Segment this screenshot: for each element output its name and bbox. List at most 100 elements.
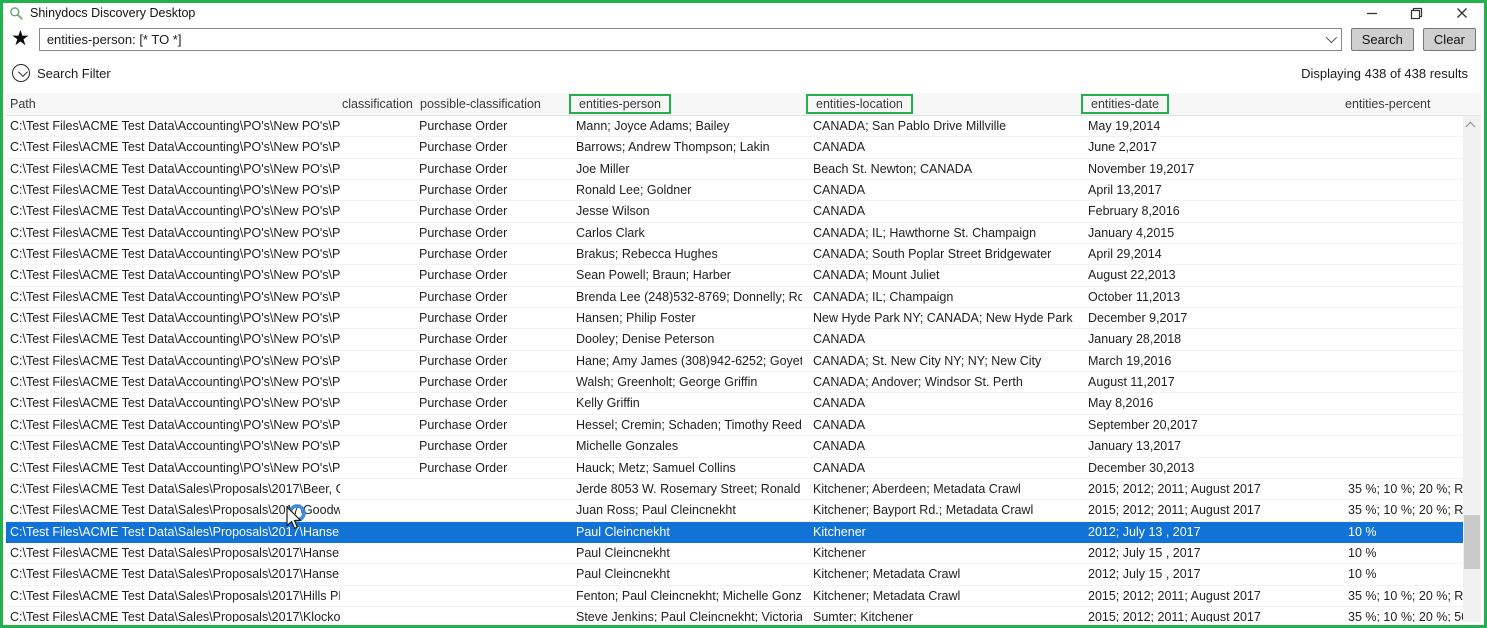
cell-entities-person: Fenton; Paul Cleincnekht; Michelle Gonza… xyxy=(565,586,802,606)
clear-button[interactable]: Clear xyxy=(1423,28,1476,51)
cell-entities-percent xyxy=(1339,180,1463,200)
cell-entities-location: CANADA xyxy=(802,393,1077,413)
minimize-button[interactable] xyxy=(1349,4,1394,23)
close-button[interactable] xyxy=(1439,4,1484,23)
column-header-classification[interactable]: classification xyxy=(340,97,415,111)
cell-path: C:\Test Files\ACME Test Data\Accounting\… xyxy=(6,287,340,307)
search-button[interactable]: Search xyxy=(1351,28,1414,51)
cell-classification xyxy=(340,522,415,542)
table-header: Path classification possible-classificat… xyxy=(6,93,1481,116)
cell-entities-percent xyxy=(1339,372,1463,392)
favorite-star-icon[interactable]: ★ xyxy=(11,29,30,49)
cell-path: C:\Test Files\ACME Test Data\Sales\Propo… xyxy=(6,607,340,622)
title-bar: Shinydocs Discovery Desktop xyxy=(3,3,1484,23)
cell-entities-location: Beach St. Newton; CANADA xyxy=(802,159,1077,179)
cell-entities-location: CANADA xyxy=(802,201,1077,221)
table-row[interactable]: C:\Test Files\ACME Test Data\Accounting\… xyxy=(6,372,1463,393)
table-row[interactable]: C:\Test Files\ACME Test Data\Accounting\… xyxy=(6,159,1463,180)
vertical-scrollbar[interactable] xyxy=(1463,116,1481,622)
cell-entities-location: Kitchener xyxy=(802,543,1077,563)
cell-entities-date: February 8,2016 xyxy=(1077,201,1339,221)
cell-path: C:\Test Files\ACME Test Data\Accounting\… xyxy=(6,308,340,328)
table-row[interactable]: C:\Test Files\ACME Test Data\Sales\Propo… xyxy=(6,607,1463,622)
cell-classification xyxy=(340,415,415,435)
cell-path: C:\Test Files\ACME Test Data\Accounting\… xyxy=(6,201,340,221)
column-header-entities-date[interactable]: entities-date xyxy=(1077,94,1339,114)
cell-entities-person: Mann; Joyce Adams; Bailey xyxy=(565,116,802,136)
cell-entities-percent xyxy=(1339,137,1463,157)
cell-entities-date: December 9,2017 xyxy=(1077,308,1339,328)
cell-entities-percent: 35 %; 10 %; 20 %; ROT %; xyxy=(1339,479,1463,499)
cell-entities-date: November 19,2017 xyxy=(1077,159,1339,179)
scrollbar-thumb[interactable] xyxy=(1464,515,1480,569)
table-row[interactable]: C:\Test Files\ACME Test Data\Accounting\… xyxy=(6,137,1463,158)
column-header-entities-person[interactable]: entities-person xyxy=(565,94,802,114)
cell-possible-classification: Purchase Order xyxy=(415,180,565,200)
table-row[interactable]: C:\Test Files\ACME Test Data\Sales\Propo… xyxy=(6,543,1463,564)
table-row[interactable]: C:\Test Files\ACME Test Data\Sales\Propo… xyxy=(6,479,1463,500)
table-row[interactable]: C:\Test Files\ACME Test Data\Sales\Propo… xyxy=(6,500,1463,521)
table-row[interactable]: C:\Test Files\ACME Test Data\Accounting\… xyxy=(6,116,1463,137)
table-row[interactable]: C:\Test Files\ACME Test Data\Sales\Propo… xyxy=(6,522,1463,543)
table-row[interactable]: C:\Test Files\ACME Test Data\Accounting\… xyxy=(6,244,1463,265)
window-title: Shinydocs Discovery Desktop xyxy=(30,6,195,20)
cell-entities-location: CANADA xyxy=(802,137,1077,157)
cell-entities-percent: 35 %; 10 %; 20 %; 50 %; 5 xyxy=(1339,607,1463,622)
cell-entities-date: January 13,2017 xyxy=(1077,436,1339,456)
table-row[interactable]: C:\Test Files\ACME Test Data\Accounting\… xyxy=(6,393,1463,414)
table-row[interactable]: C:\Test Files\ACME Test Data\Sales\Propo… xyxy=(6,586,1463,607)
column-header-entities-percent[interactable]: entities-percent xyxy=(1339,97,1481,111)
cell-possible-classification xyxy=(415,607,565,622)
cell-possible-classification: Purchase Order xyxy=(415,116,565,136)
cell-entities-percent: 10 % xyxy=(1339,543,1463,563)
table-row[interactable]: C:\Test Files\ACME Test Data\Accounting\… xyxy=(6,458,1463,479)
cell-entities-percent xyxy=(1339,265,1463,285)
cell-entities-location: CANADA xyxy=(802,180,1077,200)
table-row[interactable]: C:\Test Files\ACME Test Data\Sales\Propo… xyxy=(6,564,1463,585)
cell-path: C:\Test Files\ACME Test Data\Sales\Propo… xyxy=(6,586,340,606)
cell-classification xyxy=(340,458,415,478)
table-row[interactable]: C:\Test Files\ACME Test Data\Accounting\… xyxy=(6,308,1463,329)
column-header-possible-classification[interactable]: possible-classification xyxy=(415,97,565,111)
cell-entities-percent xyxy=(1339,415,1463,435)
green-annotation-box: entities-location xyxy=(806,94,913,114)
table-row[interactable]: C:\Test Files\ACME Test Data\Accounting\… xyxy=(6,287,1463,308)
cell-entities-percent xyxy=(1339,351,1463,371)
table-row[interactable]: C:\Test Files\ACME Test Data\Accounting\… xyxy=(6,351,1463,372)
cell-entities-percent xyxy=(1339,159,1463,179)
search-filter-label: Search Filter xyxy=(37,66,111,81)
table-row[interactable]: C:\Test Files\ACME Test Data\Accounting\… xyxy=(6,223,1463,244)
cell-entities-person: Dooley; Denise Peterson xyxy=(565,329,802,349)
table-row[interactable]: C:\Test Files\ACME Test Data\Accounting\… xyxy=(6,436,1463,457)
cell-classification xyxy=(340,393,415,413)
cell-path: C:\Test Files\ACME Test Data\Sales\Propo… xyxy=(6,543,340,563)
restore-button[interactable] xyxy=(1394,4,1439,23)
cell-possible-classification: Purchase Order xyxy=(415,415,565,435)
cell-classification xyxy=(340,116,415,136)
cell-classification xyxy=(340,607,415,622)
cell-entities-location: CANADA xyxy=(802,458,1077,478)
column-header-entities-location[interactable]: entities-location xyxy=(802,94,1077,114)
column-header-path[interactable]: Path xyxy=(6,97,340,111)
cell-path: C:\Test Files\ACME Test Data\Sales\Propo… xyxy=(6,564,340,584)
scroll-up-button[interactable] xyxy=(1463,116,1481,132)
table-row[interactable]: C:\Test Files\ACME Test Data\Accounting\… xyxy=(6,265,1463,286)
table-row[interactable]: C:\Test Files\ACME Test Data\Accounting\… xyxy=(6,415,1463,436)
cell-classification xyxy=(340,265,415,285)
cell-entities-location: CANADA; Mount Juliet xyxy=(802,265,1077,285)
table-row[interactable]: C:\Test Files\ACME Test Data\Accounting\… xyxy=(6,180,1463,201)
cell-path: C:\Test Files\ACME Test Data\Accounting\… xyxy=(6,351,340,371)
cell-entities-date: August 11,2017 xyxy=(1077,372,1339,392)
cell-entities-location: CANADA; IL; Hawthorne St. Champaign xyxy=(802,223,1077,243)
combo-chevron-down-icon[interactable] xyxy=(1319,29,1341,50)
cell-possible-classification: Purchase Order xyxy=(415,244,565,264)
cell-classification xyxy=(340,201,415,221)
search-input[interactable]: entities-person: [* TO *] xyxy=(39,28,1342,51)
table-row[interactable]: C:\Test Files\ACME Test Data\Accounting\… xyxy=(6,201,1463,222)
table-row[interactable]: C:\Test Files\ACME Test Data\Accounting\… xyxy=(6,329,1463,350)
search-filter-toggle[interactable]: Search Filter xyxy=(12,64,111,82)
cell-entities-location: CANADA; St. New City NY; NY; New City xyxy=(802,351,1077,371)
cell-path: C:\Test Files\ACME Test Data\Accounting\… xyxy=(6,458,340,478)
cell-possible-classification: Purchase Order xyxy=(415,265,565,285)
cell-entities-person: Hauck; Metz; Samuel Collins xyxy=(565,458,802,478)
